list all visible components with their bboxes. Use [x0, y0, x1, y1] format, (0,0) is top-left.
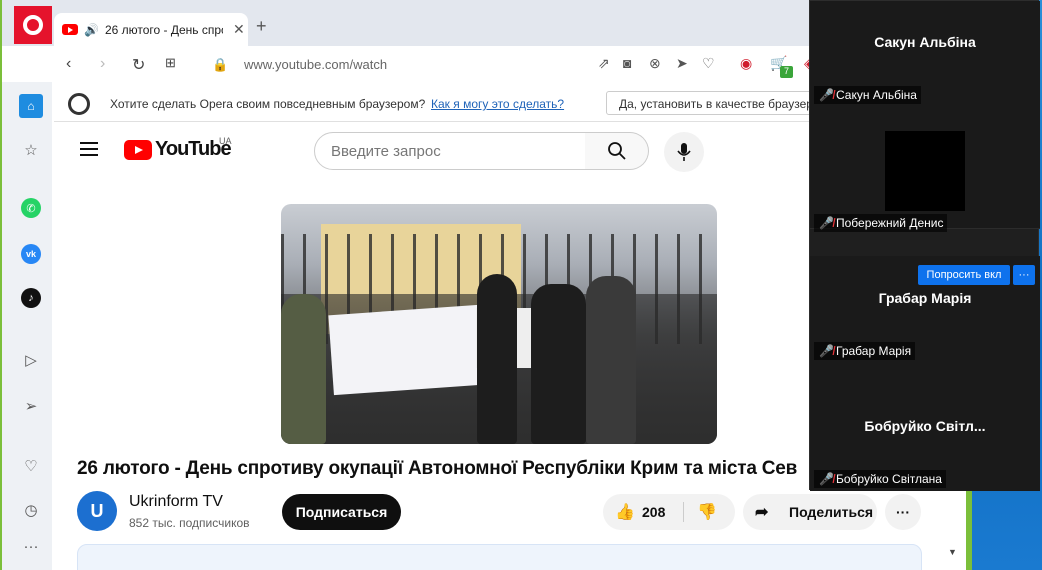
ask-to-start-video-button[interactable]: Попросить вкл — [918, 265, 1010, 285]
search-button[interactable] — [585, 132, 649, 170]
lock-icon[interactable]: 🔒 — [212, 57, 228, 73]
back-icon[interactable]: ‹ — [66, 55, 71, 73]
adblock-icon[interactable]: ⊗ — [649, 55, 661, 72]
share-arrow-icon: ➦ — [755, 504, 769, 521]
send-icon[interactable]: ➤ — [676, 55, 688, 72]
participant-name-label: 🎤̸ Грабар Марія — [814, 342, 916, 360]
participant-tile[interactable]: 🎤̸ Побережний Денис — [810, 107, 1040, 232]
video-frame-banner — [328, 304, 484, 396]
search-icon — [607, 142, 626, 160]
mic-muted-icon: 🎤̸ — [819, 216, 834, 230]
opera-logo-icon — [23, 15, 43, 35]
video-frame-person — [477, 274, 517, 444]
set-default-button[interactable]: Да, установить в качестве браузера — [606, 91, 826, 115]
infobar-help-link[interactable]: Как я могу это сделать? — [431, 97, 564, 111]
description-box[interactable] — [77, 544, 922, 570]
cart-badge: 7 — [780, 66, 793, 78]
participant-tile[interactable]: Попросить вкл ··· Грабар Марія 🎤̸ Грабар… — [810, 256, 1040, 378]
forward-icon[interactable]: › — [100, 55, 105, 73]
participant-display-name: Грабар Марія — [878, 290, 972, 306]
participant-label-text: Бобруйко Світлана — [836, 472, 942, 486]
infobar-text: Хотите сделать Opera своим повседневным … — [110, 97, 426, 111]
region-code: UA — [219, 136, 232, 146]
participant-display-name: Бобруйко Світл... — [864, 418, 986, 434]
mic-muted-icon: 🎤̸ — [819, 472, 834, 486]
like-separator — [683, 502, 684, 522]
participant-tile[interactable]: Сакун Альбіна 🎤̸ Сакун Альбіна — [810, 1, 1040, 123]
more-actions-button[interactable]: ··· — [885, 494, 921, 530]
vpn-signal-icon[interactable]: ◉ — [740, 55, 752, 72]
video-title: 26 лютого - День спротиву окупації Автон… — [77, 458, 798, 479]
snapshot-icon[interactable]: ◙ — [623, 55, 631, 71]
youtube-favicon-icon — [62, 24, 78, 35]
history-clock-icon[interactable]: ◷ — [19, 498, 43, 522]
scroll-down-arrow-icon[interactable]: ▼ — [948, 547, 957, 557]
channel-subscriber-count: 852 тыс. подписчиков — [129, 516, 250, 530]
channel-avatar[interactable]: U — [77, 491, 117, 531]
whatsapp-icon[interactable]: ✆ — [21, 198, 41, 218]
participant-label-text: Побережний Денис — [836, 216, 944, 230]
tab-youtube[interactable]: 🔊 26 лютого - День спро ✕ — [54, 13, 248, 46]
youtube-play-icon — [124, 139, 152, 160]
like-dislike-group: 👍 208 👎 — [603, 494, 735, 530]
tab-title: 26 лютого - День спро — [104, 22, 223, 37]
dislike-button-icon[interactable]: 👎 — [697, 502, 717, 522]
new-tab-button[interactable]: + — [256, 16, 267, 37]
bookmarks-star-icon[interactable]: ☆ — [19, 138, 43, 162]
video-player[interactable] — [281, 204, 717, 444]
channel-name[interactable]: Ukrinform TV — [129, 493, 223, 511]
search-input[interactable]: Введите запрос — [314, 132, 586, 170]
video-frame-person — [281, 294, 326, 444]
audio-playing-icon[interactable]: 🔊 — [84, 23, 99, 37]
mic-muted-icon: 🎤̸ — [819, 88, 834, 102]
opera-sidebar: ⌂ ☆ ✆ vk ♪ ▷ ➢ ♡ ◷ ··· — [2, 82, 52, 570]
reload-icon[interactable]: ↻ — [132, 55, 145, 75]
participant-name-label: 🎤̸ Сакун Альбіна — [814, 86, 921, 104]
like-button-icon[interactable]: 👍 — [615, 502, 635, 522]
share-label: Поделиться — [789, 504, 874, 520]
like-count[interactable]: 208 — [642, 504, 665, 520]
opera-menu-button[interactable] — [14, 6, 52, 44]
speed-dial-icon[interactable]: ⊞ — [165, 55, 176, 71]
microphone-icon — [677, 143, 691, 161]
youtube-logo[interactable]: YouTube — [124, 138, 232, 161]
participant-video — [885, 131, 965, 211]
subscribe-button[interactable]: Подписаться — [282, 494, 401, 530]
flow-send-icon[interactable]: ➢ — [19, 394, 43, 418]
participant-label-text: Грабар Марія — [836, 344, 912, 358]
menu-hamburger-icon[interactable] — [80, 142, 98, 156]
home-icon[interactable]: ⌂ — [19, 94, 43, 118]
participant-display-name: Сакун Альбіна — [874, 34, 976, 50]
voice-search-button[interactable] — [664, 132, 704, 172]
participant-more-button[interactable]: ··· — [1013, 265, 1035, 285]
url-field[interactable]: www.youtube.com/watch — [244, 57, 387, 72]
participant-name-label: 🎤̸ Побережний Денис — [814, 214, 948, 232]
share-button[interactable]: ➦ Поделиться — [743, 494, 877, 530]
favorites-heart-icon[interactable]: ♡ — [19, 454, 43, 478]
opera-o-icon — [68, 93, 90, 115]
video-frame-person — [586, 276, 636, 444]
close-tab-icon[interactable]: ✕ — [233, 21, 245, 38]
participant-tile[interactable]: Бобруйко Світл... 🎤̸ Бобруйко Світлана — [810, 369, 1040, 491]
heart-icon[interactable]: ♡ — [702, 55, 715, 72]
zoom-participants-panel: Сакун Альбіна 🎤̸ Сакун Альбіна 🎤̸ Побере… — [809, 0, 1040, 491]
tiktok-icon[interactable]: ♪ — [21, 288, 41, 308]
participant-label-text: Сакун Альбіна — [836, 88, 917, 102]
share-page-icon[interactable]: ⇗ — [598, 55, 610, 72]
participant-name-label: 🎤̸ Бобруйко Світлана — [814, 470, 946, 488]
video-frame-person — [531, 284, 586, 444]
vk-icon[interactable]: vk — [21, 244, 41, 264]
mic-muted-icon: 🎤̸ — [819, 344, 834, 358]
player-icon[interactable]: ▷ — [19, 348, 43, 372]
sidebar-more-icon[interactable]: ··· — [19, 534, 43, 558]
